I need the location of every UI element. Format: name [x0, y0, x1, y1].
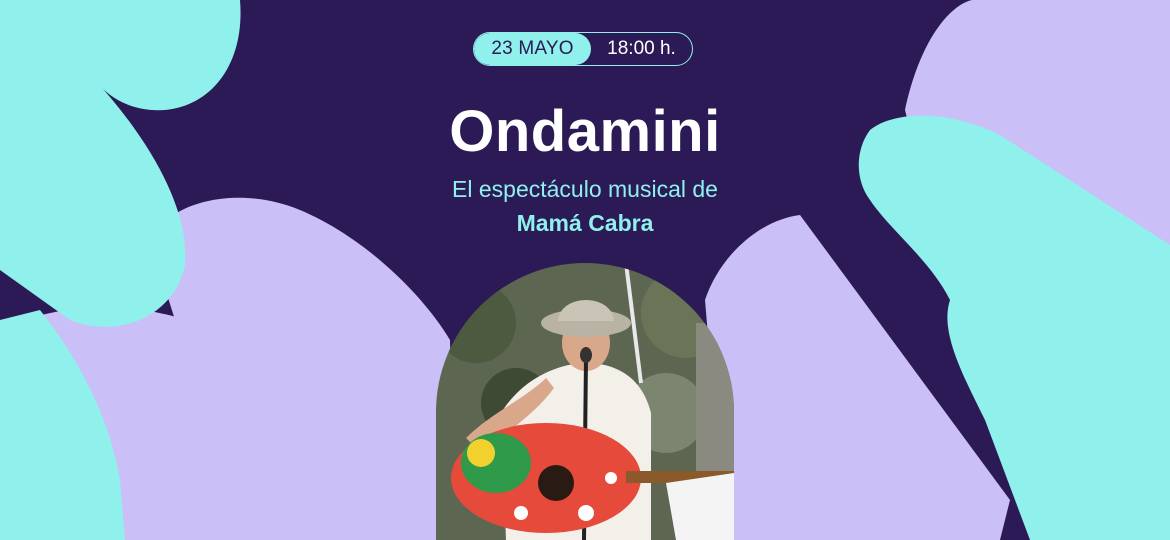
date-time-badge: 23 MAYO 18:00 h.	[473, 32, 693, 66]
event-time: 18:00 h.	[607, 38, 676, 59]
event-banner: 23 MAYO 18:00 h. Ondamini El espectáculo…	[0, 0, 1170, 540]
event-performer: Mamá Cabra	[516, 210, 654, 236]
event-date: 23 MAYO	[474, 33, 591, 65]
event-title: Ondamini	[449, 99, 721, 164]
event-subtitle: El espectáculo musical de	[452, 176, 718, 202]
